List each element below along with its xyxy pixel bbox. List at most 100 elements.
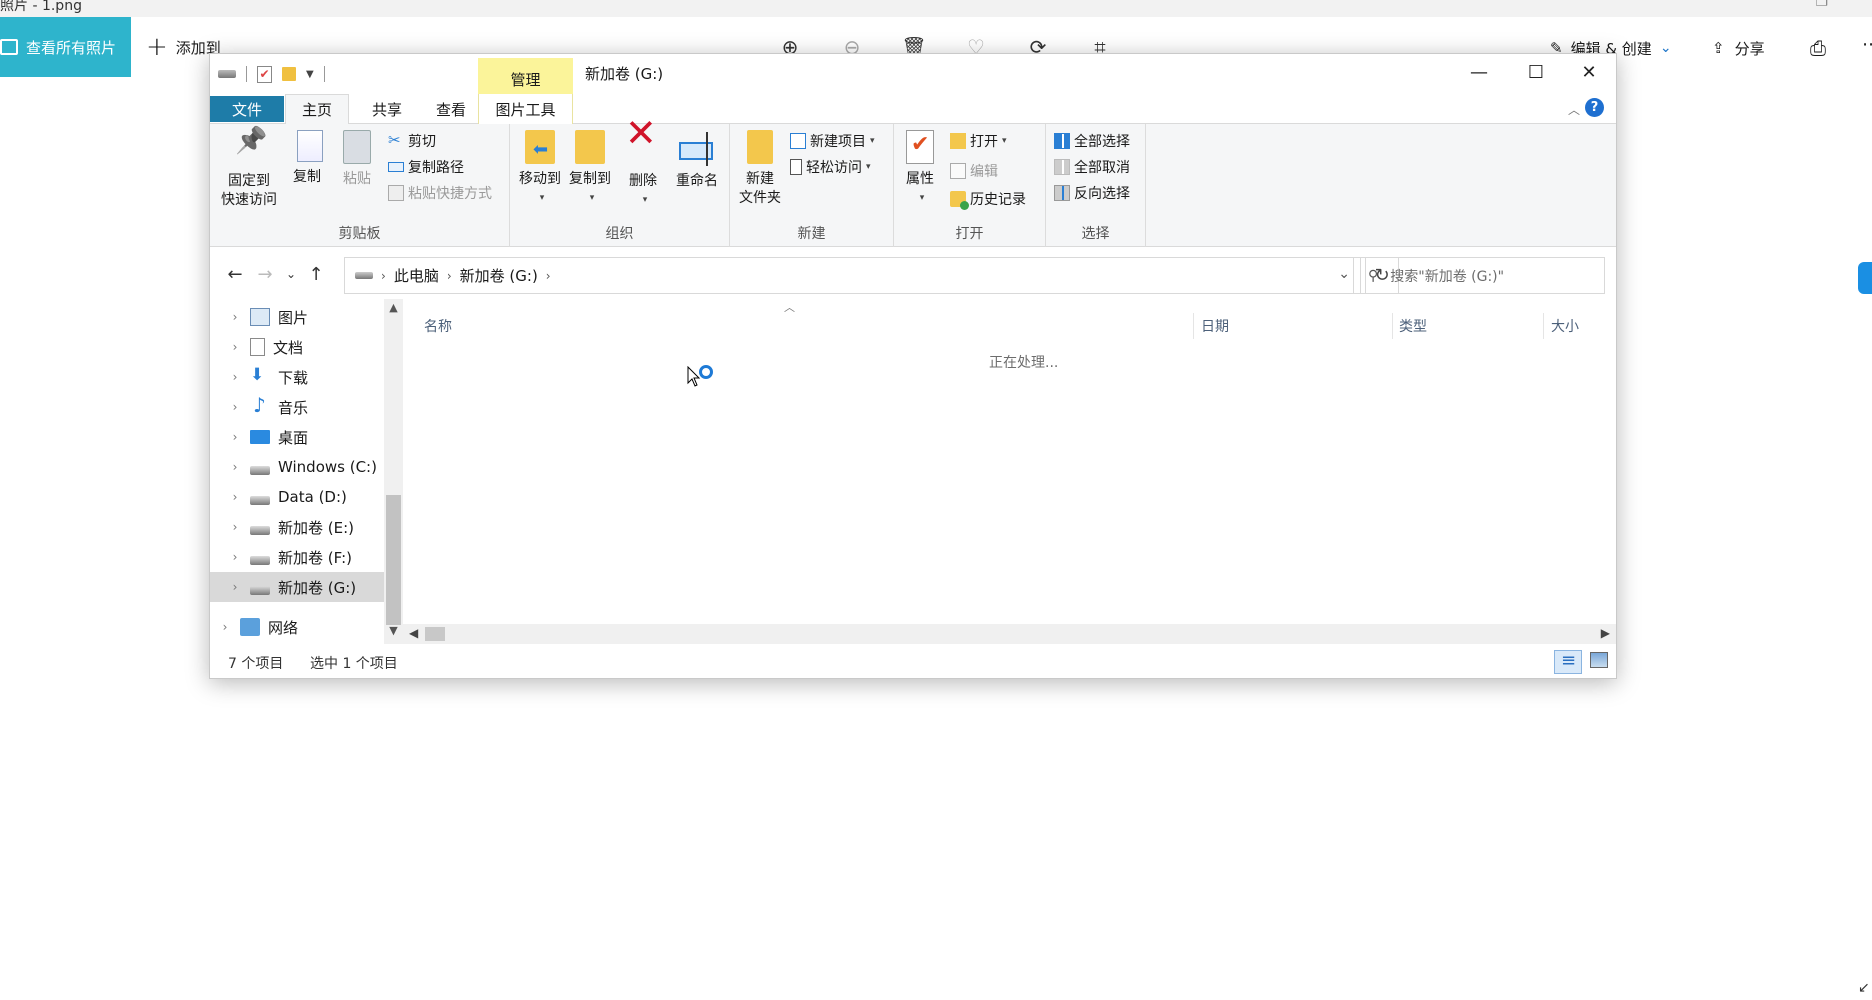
nav-item-downloads[interactable]: › 下载 [210,362,384,392]
large-icons-view-button[interactable] [1590,652,1608,668]
music-icon [250,393,270,417]
edit-button[interactable]: 编辑 [950,160,998,182]
properties-icon[interactable]: ✔ [257,65,272,83]
nav-item-desktop[interactable]: › 桌面 [210,422,384,452]
column-header-type[interactable]: 类型 [1399,313,1427,339]
paste-button[interactable]: 粘贴 [334,130,380,189]
select-all-button[interactable]: 全部选择 [1054,130,1130,152]
search-input[interactable]: ⚲ 搜索"新加卷 (G:)" [1353,257,1605,294]
column-divider[interactable] [1543,313,1544,339]
select-none-label: 全部取消 [1074,160,1130,176]
side-panel-tab[interactable] [1858,262,1872,294]
paste-shortcut-button[interactable]: 粘贴快捷方式 [388,182,492,204]
select-none-button[interactable]: 全部取消 [1054,156,1130,178]
expand-icon[interactable]: › [224,370,246,384]
scroll-left-icon[interactable]: ◀ [409,626,418,640]
nav-item-pictures[interactable]: › 图片 [210,302,384,332]
chevron-down-icon[interactable]: ⌄ [1338,266,1350,282]
new-folder-icon[interactable] [282,67,296,81]
new-folder-button[interactable]: 新建 文件夹 [734,130,786,208]
horizontal-scrollbar[interactable]: ◀ ▶ [403,624,1616,644]
pin-quick-access-button[interactable]: 固定到 快速访问 [218,130,280,210]
select-all-label: 全部选择 [1074,134,1130,150]
forward-button[interactable]: → [254,263,276,285]
nav-item-drive-g[interactable]: › 新加卷 (G:) [210,572,384,602]
scroll-up-icon[interactable]: ▲ [384,301,403,319]
new-item-button[interactable]: 新建项目 ▾ [790,130,875,152]
more-icon[interactable]: ⋯ [1862,34,1872,62]
nav-item-drive-c[interactable]: › Windows (C:) [210,452,384,482]
nav-pane-scrollbar[interactable]: ▲ ▼ [384,299,403,644]
history-button[interactable]: 历史记录 [950,188,1026,210]
nav-item-label: 文档 [273,338,304,357]
collapse-ribbon-icon[interactable]: ︿ [1568,101,1580,118]
expand-icon[interactable]: › [224,310,246,324]
expand-icon[interactable]: › [224,430,246,444]
view-all-photos-button[interactable]: 查看所有照片 [0,17,131,77]
file-list: ︿ 名称 日期 类型 大小 正在处理... ◀ ▶ [403,299,1616,644]
nav-item-documents[interactable]: › 文档 [210,332,384,362]
nav-item-music[interactable]: › 音乐 [210,392,384,422]
close-button[interactable]: ✕ [1560,54,1618,90]
recent-locations-icon[interactable]: ⌄ [280,263,302,285]
view-all-label: 查看所有照片 [26,38,117,57]
expand-icon[interactable]: › [224,490,246,504]
tab-home[interactable]: 主页 [285,94,349,125]
ribbon-tabs: 文件 主页 共享 查看 图片工具 [210,94,1616,125]
nav-item-drive-f[interactable]: › 新加卷 (F:) [210,542,384,572]
nav-item-network[interactable]: › 网络 [210,612,384,642]
column-divider[interactable] [1193,313,1194,339]
customize-dropdown-icon[interactable]: ▼ [306,69,314,80]
column-header-size[interactable]: 大小 [1551,313,1579,339]
scrollbar-thumb[interactable] [425,627,445,641]
print-icon[interactable]: ⎙ [1804,34,1832,62]
minimize-button[interactable]: — [1450,54,1508,90]
details-view-button[interactable] [1554,650,1582,674]
tab-picture-tools[interactable]: 图片工具 [478,94,573,124]
tab-file[interactable]: 文件 [210,96,284,122]
address-bar[interactable]: › 此电脑 › 新加卷 (G:) › ⌄ [344,257,1361,294]
invert-selection-button[interactable]: 反向选择 [1054,182,1130,204]
easy-access-button[interactable]: 轻松访问 ▾ [790,156,871,178]
expand-icon[interactable]: › [224,580,246,594]
resize-icon[interactable]: ↙ [1858,980,1870,996]
move-to-label: 移动到 [519,171,561,187]
breadcrumb-drive-g[interactable]: 新加卷 (G:) [460,265,538,286]
pin-icon [231,130,267,166]
copy-to-button[interactable]: 复制到 ▾ [566,130,614,208]
tab-view[interactable]: 查看 [419,94,483,124]
expand-icon[interactable]: › [224,460,246,474]
expand-icon[interactable]: › [224,400,246,414]
open-button[interactable]: 打开 ▾ [950,130,1007,152]
copy-button[interactable]: 复制 [284,130,330,187]
scrollbar-thumb[interactable] [386,495,401,625]
back-button[interactable]: ← [224,263,246,285]
rename-button[interactable]: 重命名 [670,130,724,191]
expand-icon[interactable]: › [224,550,246,564]
expand-icon[interactable]: › [214,620,236,634]
up-button[interactable]: ↑ [305,263,327,285]
item-count: 7 个项目 [228,656,284,672]
tab-manage[interactable]: 管理 [478,58,573,94]
scroll-right-icon[interactable]: ▶ [1601,626,1610,640]
column-header-date[interactable]: 日期 [1201,313,1229,339]
nav-item-drive-e[interactable]: › 新加卷 (E:) [210,512,384,542]
nav-item-drive-d[interactable]: › Data (D:) [210,482,384,512]
cut-button[interactable]: 剪切 [388,130,436,152]
share-button[interactable]: ⇪ 分享 [1712,34,1765,62]
restore-icon[interactable]: ❐ [1815,0,1828,10]
help-icon[interactable]: ? [1585,98,1604,117]
scroll-down-icon[interactable]: ▼ [384,624,403,642]
expand-icon[interactable]: › [224,520,246,534]
move-to-button[interactable]: 移动到 ▾ [516,130,564,208]
tab-share[interactable]: 共享 [355,94,419,124]
properties-button[interactable]: 属性 ▾ [900,130,940,208]
paste-shortcut-icon [388,185,404,201]
column-divider[interactable] [1392,313,1393,339]
column-header-name[interactable]: 名称 [424,313,452,339]
delete-button[interactable]: 删除 ▾ [622,124,664,210]
expand-icon[interactable]: › [224,340,246,354]
maximize-button[interactable]: ☐ [1507,54,1565,90]
copy-path-button[interactable]: 复制路径 [388,156,464,178]
breadcrumb-this-pc[interactable]: 此电脑 [394,265,439,286]
